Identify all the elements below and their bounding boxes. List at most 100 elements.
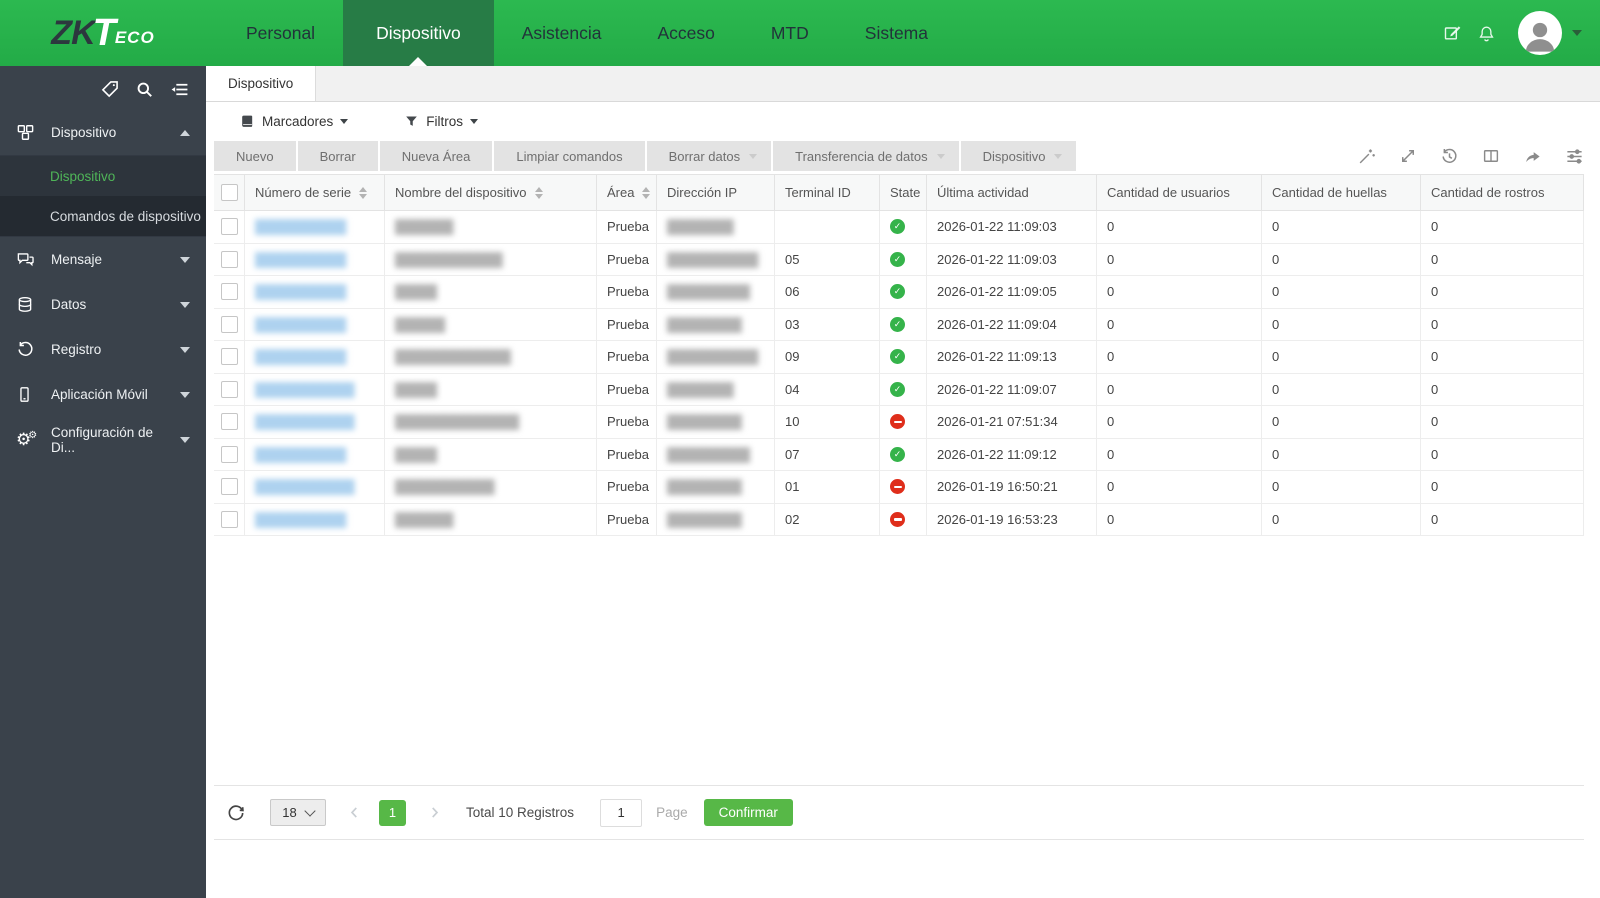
- serial-link[interactable]: ███████████: [255, 252, 346, 267]
- last-activity-cell: 2026-01-22 11:09:13: [927, 341, 1097, 373]
- nav-item-mtd[interactable]: MTD: [743, 0, 837, 66]
- users-count-cell: 0: [1097, 243, 1262, 275]
- nav-item-acceso[interactable]: Acceso: [629, 0, 742, 66]
- filters-dropdown[interactable]: Filtros: [404, 114, 479, 129]
- users-count-cell: 0: [1097, 308, 1262, 340]
- serial-link[interactable]: ███████████: [255, 512, 346, 527]
- borrar-button[interactable]: Borrar: [297, 141, 378, 171]
- faces-count-cell: 0: [1421, 276, 1584, 308]
- bell-icon[interactable]: [1477, 24, 1496, 43]
- row-checkbox[interactable]: [220, 510, 238, 528]
- menu-aplicacion-movil[interactable]: Aplicación Móvil: [0, 372, 206, 417]
- export-icon[interactable]: [1523, 147, 1542, 166]
- users-count-cell: 0: [1097, 471, 1262, 503]
- menu-mensaje[interactable]: Mensaje: [0, 237, 206, 282]
- last-activity-cell: 2026-01-22 11:09:12: [927, 438, 1097, 470]
- dispositivo-button[interactable]: Dispositivo: [960, 141, 1077, 171]
- transferencia-datos-button[interactable]: Transferencia de datos: [773, 141, 959, 171]
- settings-sliders-icon[interactable]: [1565, 147, 1584, 166]
- state-cell: [880, 373, 927, 405]
- nav-item-asistencia[interactable]: Asistencia: [494, 0, 630, 66]
- menu-dispositivo[interactable]: Dispositivo: [0, 110, 206, 155]
- row-select-cell: [214, 276, 245, 308]
- tag-icon[interactable]: [100, 79, 120, 99]
- next-page-icon[interactable]: [426, 804, 443, 821]
- submenu-comandos-de-dispositivo[interactable]: Comandos de dispositivo: [0, 196, 206, 236]
- serial-cell: ████████████: [245, 373, 385, 405]
- serial-link[interactable]: ███████████: [255, 349, 346, 364]
- refresh-icon[interactable]: [226, 803, 246, 823]
- menu-datos[interactable]: Datos: [0, 282, 206, 327]
- row-checkbox[interactable]: [220, 380, 238, 398]
- row-checkbox[interactable]: [220, 250, 238, 268]
- row-checkbox[interactable]: [220, 348, 238, 366]
- area-cell: Prueba: [597, 438, 657, 470]
- row-select-cell: [214, 438, 245, 470]
- menu-label: Datos: [51, 297, 87, 312]
- tab-dispositivo[interactable]: Dispositivo: [206, 66, 317, 101]
- serial-link[interactable]: ███████████: [255, 219, 346, 234]
- col-name-header[interactable]: Nombre del dispositivo: [385, 175, 597, 210]
- nav-item-dispositivo[interactable]: Dispositivo: [343, 0, 494, 66]
- fingerprints-count-cell: 0: [1262, 471, 1421, 503]
- menu-configuracion[interactable]: Configuración de Di...: [0, 417, 206, 462]
- ip-cell: █████████: [657, 503, 775, 535]
- nuevo-button[interactable]: Nuevo: [214, 141, 296, 171]
- current-page-button[interactable]: 1: [379, 799, 406, 826]
- col-users-header: Cantidad de usuarios: [1097, 175, 1262, 210]
- ip-cell: ████████: [657, 211, 775, 243]
- serial-link[interactable]: ████████████: [255, 414, 355, 429]
- serial-link[interactable]: ███████████: [255, 284, 346, 299]
- serial-link[interactable]: ████████████: [255, 479, 355, 494]
- col-serial-header[interactable]: Número de serie: [245, 175, 385, 210]
- history-icon[interactable]: [1440, 147, 1459, 166]
- bookmarks-dropdown[interactable]: Marcadores: [240, 114, 349, 129]
- search-icon[interactable]: [135, 80, 154, 99]
- col-area-header[interactable]: Área: [597, 175, 657, 210]
- collapse-menu-icon[interactable]: [169, 80, 190, 99]
- profile-chevron-down-icon[interactable]: [1572, 30, 1582, 36]
- serial-link[interactable]: ███████████: [255, 317, 346, 332]
- limpiar-comandos-button[interactable]: Limpiar comandos: [494, 141, 645, 171]
- columns-icon[interactable]: [1482, 147, 1500, 165]
- sort-icon[interactable]: [642, 186, 651, 199]
- history-icon: [16, 340, 38, 359]
- last-activity-cell: 2026-01-22 11:09:03: [927, 211, 1097, 243]
- nav-item-sistema[interactable]: Sistema: [837, 0, 956, 66]
- select-all-checkbox[interactable]: [220, 184, 238, 201]
- last-activity-cell: 2026-01-22 11:09:05: [927, 276, 1097, 308]
- nav-item-personal[interactable]: Personal: [218, 0, 343, 66]
- state-icon: [890, 414, 905, 430]
- compose-icon[interactable]: [1443, 23, 1463, 43]
- prev-page-icon[interactable]: [346, 804, 363, 821]
- row-checkbox[interactable]: [220, 413, 238, 431]
- state-icon: [890, 251, 905, 267]
- serial-link[interactable]: ████████████: [255, 382, 355, 397]
- row-checkbox[interactable]: [220, 445, 238, 463]
- serial-link[interactable]: ███████████: [255, 447, 346, 462]
- submenu-dispositivo[interactable]: Dispositivo: [0, 156, 206, 196]
- mobile-icon: [16, 385, 38, 404]
- state-icon: [890, 446, 905, 462]
- page-size-select[interactable]: 18: [270, 799, 326, 826]
- magic-wand-icon[interactable]: [1357, 147, 1376, 166]
- row-checkbox[interactable]: [220, 478, 238, 496]
- faces-count-cell: 0: [1421, 503, 1584, 535]
- row-checkbox[interactable]: [220, 283, 238, 301]
- borrar-datos-button[interactable]: Borrar datos: [646, 141, 772, 171]
- confirm-button[interactable]: Confirmar: [703, 799, 793, 826]
- row-select-cell: [214, 503, 245, 535]
- chevron-down-icon: [749, 153, 758, 159]
- sort-icon[interactable]: [359, 186, 368, 199]
- state-icon: [890, 511, 905, 527]
- col-faces-header: Cantidad de rostros: [1421, 175, 1584, 210]
- sort-icon[interactable]: [534, 186, 543, 199]
- expand-icon[interactable]: [1399, 147, 1417, 165]
- row-checkbox[interactable]: [220, 315, 238, 333]
- device-name-cell: █████████████: [385, 243, 597, 275]
- nueva-area-button[interactable]: Nueva Área: [379, 141, 493, 171]
- menu-registro[interactable]: Registro: [0, 327, 206, 372]
- avatar[interactable]: [1518, 11, 1562, 55]
- page-number-input[interactable]: [600, 798, 643, 827]
- row-checkbox[interactable]: [220, 218, 238, 236]
